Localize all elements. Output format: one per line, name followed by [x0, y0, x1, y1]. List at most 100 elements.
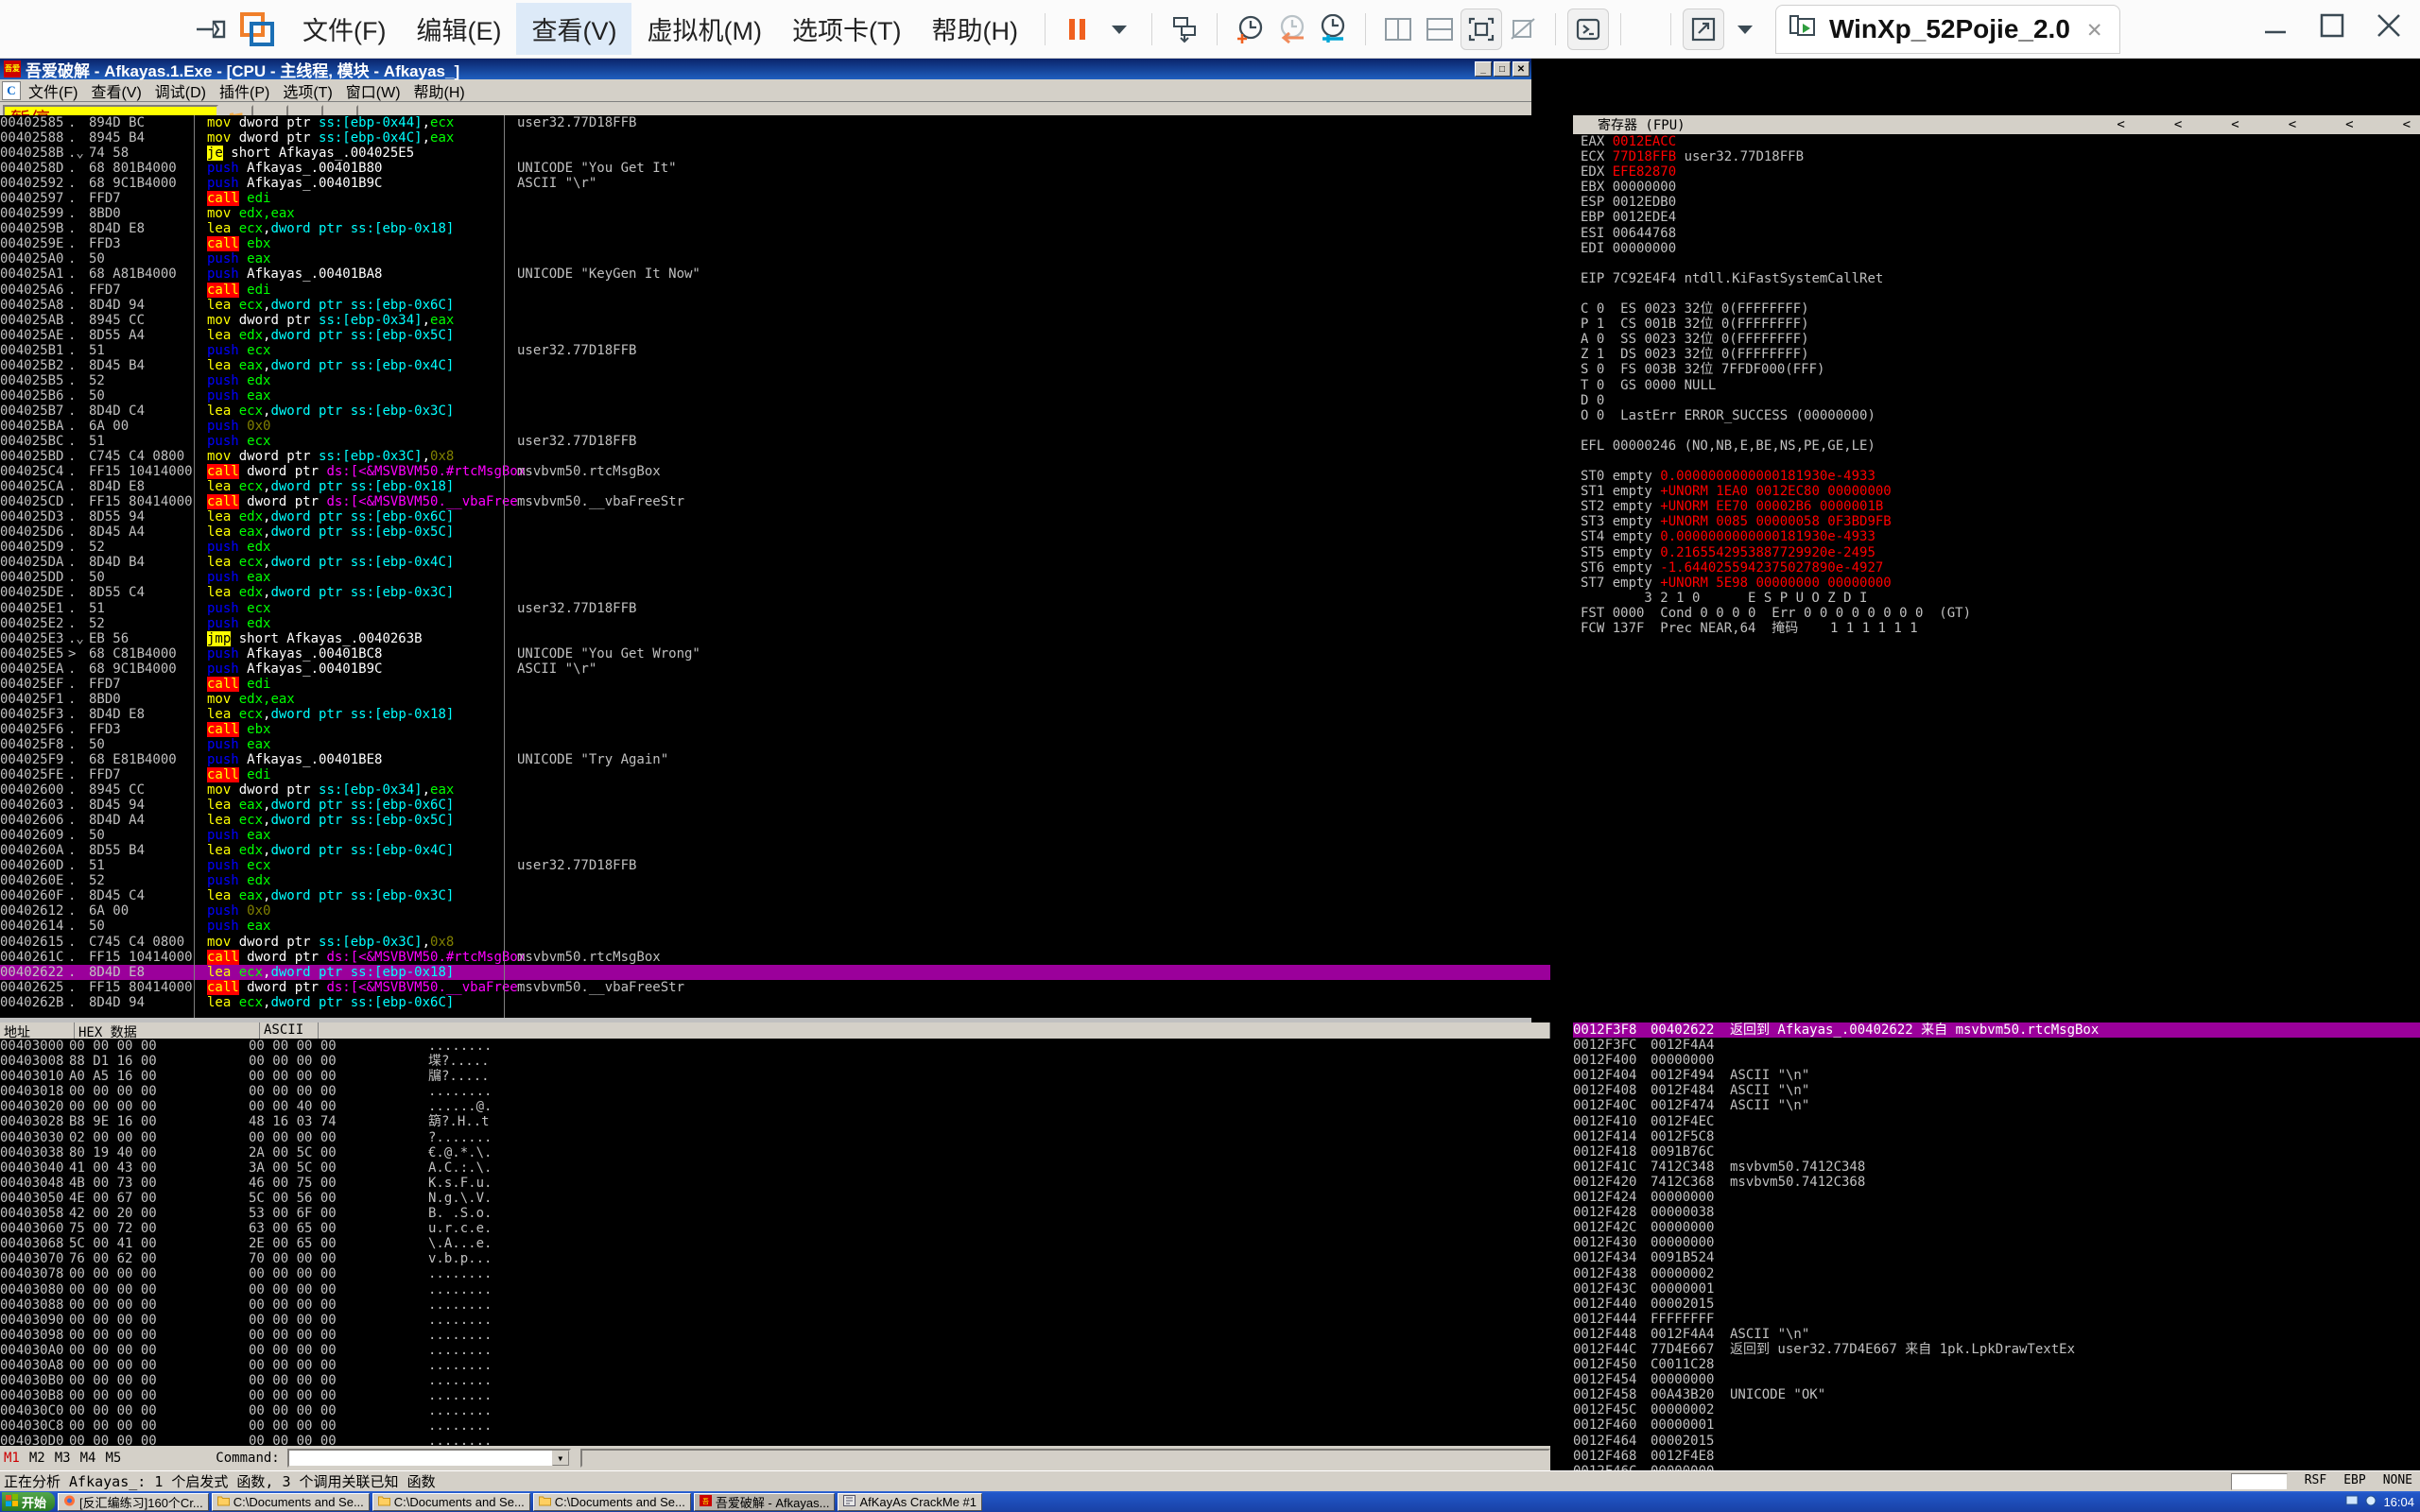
disasm-row[interactable]: 0040258B .⌄ 74 58 je short Afkayas_.004025E…: [0, 146, 1550, 162]
disasm-row[interactable]: 00402615. C745 C4 0800 mov dword ptr ss:[e…: [0, 935, 1550, 950]
dump-row[interactable]: 00403040 41 00 43 00 3A 00 5C 00 A.C.:.\.: [0, 1160, 1550, 1176]
disasm-row[interactable]: 00402588. 8945 B4 mov dword ptr ss:[ebp-0x…: [0, 130, 1550, 146]
disasm-row[interactable]: 004025D3. 8D55 94 lea edx,dword ptr ss:[eb…: [0, 509, 1550, 524]
stack-row[interactable]: 0012F42C 00000000: [1573, 1220, 2420, 1235]
m-button-5[interactable]: M5: [105, 1451, 121, 1466]
unity-mode-icon[interactable]: [1502, 9, 1544, 50]
take-snapshot-icon[interactable]: [1229, 9, 1270, 50]
close-icon[interactable]: ✕: [2087, 15, 2102, 43]
disasm-row[interactable]: 004025FE. FFD7 call edi: [0, 767, 1550, 783]
disasm-row[interactable]: 00402612. 6A 00 push 0x0: [0, 903, 1550, 919]
disasm-row[interactable]: 004025AE. 8D55 A4 lea edx,dword ptr ss:[eb…: [0, 328, 1550, 343]
dump-row[interactable]: 00403000 00 00 00 00 00 00 00 00........: [0, 1039, 1550, 1054]
vm-menu-file[interactable]: 文件(F): [287, 3, 401, 55]
stack-row[interactable]: 0012F428 00000038: [1573, 1205, 2420, 1220]
olly-menu-file[interactable]: 文件(F): [23, 77, 83, 104]
dump-row[interactable]: 004030C0 00 00 00 00 00 00 00 00........: [0, 1403, 1550, 1418]
disasm-row[interactable]: 0040260A. 8D55 B4 lea edx,dword ptr ss:[eb…: [0, 843, 1550, 858]
stack-row[interactable]: 0012F468 0012F4E8: [1573, 1449, 2420, 1464]
stack-row[interactable]: 0012F3FC 0012F4A4: [1573, 1038, 2420, 1053]
disasm-row[interactable]: 004025A1. 68 A81B4000 push Afkayas_.00401B…: [0, 266, 1550, 282]
dump-row[interactable]: 00403050 4E 00 67 00 5C 00 56 00 N.g.\.V.: [0, 1191, 1550, 1206]
olly-menu-plugin[interactable]: 插件(P): [214, 77, 275, 104]
disasm-row[interactable]: 004025DD. 50 push eax: [0, 570, 1550, 585]
stack-row[interactable]: 0012F454 00000000: [1573, 1372, 2420, 1387]
dump-row[interactable]: 00403008 88 D1 16 00 00 00 00 00 堞?.....: [0, 1054, 1550, 1069]
vm-menu-help[interactable]: 帮助(H): [916, 3, 1032, 55]
tray-icon-1[interactable]: [2345, 1494, 2359, 1510]
flag-row[interactable]: C 0 ES 0023 32位 0(FFFFFFFF): [1573, 301, 2420, 317]
disasm-row[interactable]: 0040262B. 8D4D 94 lea ecx,dword ptr ss:[eb…: [0, 995, 1550, 1010]
stack-row[interactable]: 0012F440 00002015: [1573, 1297, 2420, 1312]
fpu-row[interactable]: ST3 empty +UNORM 0085 00000058 0F3BD9FB: [1573, 514, 2420, 529]
dump-row[interactable]: 00403098 00 00 00 00 00 00 00 00........: [0, 1328, 1550, 1343]
stack-row[interactable]: 0012F430 00000000: [1573, 1235, 2420, 1250]
disasm-row[interactable]: 004025A8. 8D4D 94 lea ecx,dword ptr ss:[eb…: [0, 298, 1550, 313]
disasm-row[interactable]: 004025C4. FF15 10414000 call dword ptr ds:…: [0, 464, 1550, 480]
tray-icon-2[interactable]: [2364, 1494, 2377, 1510]
olly-menu-debug[interactable]: 调试(D): [149, 77, 212, 104]
vm-tab-winxp[interactable]: WinXp_52Pojie_2.0 ✕: [1774, 4, 2120, 54]
olly-menu-help[interactable]: 帮助(H): [408, 77, 471, 104]
disasm-row[interactable]: 00402599. 8BD0 mov edx,eax: [0, 206, 1550, 221]
m-button-2[interactable]: M2: [29, 1451, 45, 1466]
eflags-row[interactable]: EFL 00000246 (NO,NB,E,BE,NS,PE,GE,LE): [1573, 438, 2420, 454]
stack-row[interactable]: 0012F448 0012F4A4 ASCII "\n": [1573, 1327, 2420, 1342]
command-dropdown-icon[interactable]: ▼: [551, 1451, 569, 1466]
disasm-row[interactable]: 0040260D. 51 push ecx user32.77D18FFB: [0, 858, 1550, 873]
disasm-row[interactable]: 00402622. 8D4D E8 lea ecx,dword ptr ss:[eb…: [0, 964, 1550, 980]
disasm-row[interactable]: 0040259B. 8D4D E8 lea ecx,dword ptr ss:[eb…: [0, 221, 1550, 236]
register-row[interactable]: EBP 0012EDE4: [1573, 210, 2420, 225]
disasm-row[interactable]: 004025F3. 8D4D E8 lea ecx,dword ptr ss:[eb…: [0, 707, 1550, 722]
disasm-row[interactable]: 004025E3 .⌄ EB 56 jmp short Afkayas_.004026…: [0, 630, 1550, 646]
stack-row[interactable]: 0012F434 0091B524: [1573, 1250, 2420, 1265]
stack-row[interactable]: 0012F420 7412C368 msvbvm50.7412C368: [1573, 1175, 2420, 1190]
olly-menu-view[interactable]: 查看(V): [85, 77, 147, 104]
taskbar-item[interactable]: AfKayAs CrackMe #1: [838, 1492, 982, 1511]
registers-panel[interactable]: 寄存器 (FPU) < < < < < < EAX 0012EACC ECX 7…: [1573, 115, 2420, 1018]
disasm-row[interactable]: 004025B6. 50 push eax: [0, 388, 1550, 404]
dump-row[interactable]: 00403020 00 00 00 00 00 00 40 00 ......@.: [0, 1099, 1550, 1114]
disasm-row[interactable]: 004025DA. 8D4D B4 lea ecx,dword ptr ss:[eb…: [0, 555, 1550, 570]
taskbar-item[interactable]: [反汇编练习]160个Cr...: [58, 1492, 209, 1511]
dump-row[interactable]: 00403058 42 00 20 00 53 00 6F 00 B. .S.o.: [0, 1206, 1550, 1221]
dump-row[interactable]: 00403028 B8 9E 16 00 48 16 03 74 箶?.H..t: [0, 1114, 1550, 1129]
stack-row[interactable]: 0012F444 FFFFFFFF: [1573, 1312, 2420, 1327]
m-button-3[interactable]: M3: [55, 1451, 71, 1466]
stack-row[interactable]: 0012F43C 00000001: [1573, 1281, 2420, 1297]
disasm-row[interactable]: 004025BC. 51 push ecx user32.77D18FFB: [0, 434, 1550, 449]
flag-row[interactable]: S 0 FS 003B 32位 7FFDF000(FFF): [1573, 362, 2420, 377]
stack-row[interactable]: 0012F40C 0012F474 ASCII "\n": [1573, 1098, 2420, 1113]
disassembly-panel[interactable]: 00402585. 894D BC mov dword ptr ss:[ebp-0x…: [0, 115, 1550, 1018]
register-row[interactable]: ESP 0012EDB0: [1573, 195, 2420, 210]
split-vertical-icon[interactable]: [1377, 9, 1419, 50]
stack-row[interactable]: 0012F408 0012F484 ASCII "\n": [1573, 1083, 2420, 1098]
command-input[interactable]: ▼: [286, 1449, 571, 1468]
dump-row[interactable]: 004030C8 00 00 00 00 00 00 00 00........: [0, 1418, 1550, 1434]
dump-row[interactable]: 00403048 4B 00 73 00 46 00 75 00 K.s.F.u.: [0, 1176, 1550, 1191]
register-row[interactable]: EAX 0012EACC: [1573, 134, 2420, 149]
ollydbg-minimize-button[interactable]: _: [1475, 61, 1492, 77]
dump-row[interactable]: 00403080 00 00 00 00 00 00 00 00........: [0, 1282, 1550, 1297]
snapshot-icon[interactable]: [1164, 9, 1205, 50]
disasm-row[interactable]: 00402614. 50 push eax: [0, 919, 1550, 934]
disasm-row[interactable]: 004025AB. 8945 CC mov dword ptr ss:[ebp-0x…: [0, 313, 1550, 328]
flag-row[interactable]: D 0: [1573, 393, 2420, 408]
vm-menu-tabs[interactable]: 选项卡(T): [777, 3, 916, 55]
fpu-row[interactable]: ST5 empty 0.2165542953887729920e-2495: [1573, 545, 2420, 560]
disasm-row[interactable]: 004025BD. C745 C4 0800 mov dword ptr ss:[e…: [0, 449, 1550, 464]
stack-row[interactable]: 0012F41C 7412C348 msvbvm50.7412C348: [1573, 1160, 2420, 1175]
memory-dump-panel[interactable]: 地址 HEX 数据 ASCII 00403000 00 00 00 00 00 00…: [0, 1022, 1550, 1504]
dump-row[interactable]: 00403078 00 00 00 00 00 00 00 00........: [0, 1266, 1550, 1281]
disasm-row[interactable]: 00402597. FFD7 call edi: [0, 191, 1550, 207]
disasm-row[interactable]: 0040258D. 68 801B4000 push Afkayas_.00401B…: [0, 161, 1550, 176]
disasm-row[interactable]: 004025B1. 51 push ecx user32.77D18FFB: [0, 343, 1550, 358]
disasm-row[interactable]: 004025B7. 8D4D C4 lea ecx,dword ptr ss:[eb…: [0, 404, 1550, 419]
vm-menu-vm[interactable]: 虚拟机(M): [631, 3, 776, 55]
dump-row[interactable]: 004030B0 00 00 00 00 00 00 00 00........: [0, 1373, 1550, 1388]
dump-row[interactable]: 00403060 75 00 72 00 63 00 65 00 u.r.c.e.: [0, 1221, 1550, 1236]
disasm-row[interactable]: 00402600. 8945 CC mov dword ptr ss:[ebp-0x…: [0, 782, 1550, 798]
disasm-row[interactable]: 004025B5. 52 push edx: [0, 373, 1550, 388]
reg-arrow-4[interactable]: <: [2345, 117, 2353, 132]
disasm-row[interactable]: 0040261C. FF15 10414000 call dword ptr ds:…: [0, 949, 1550, 965]
